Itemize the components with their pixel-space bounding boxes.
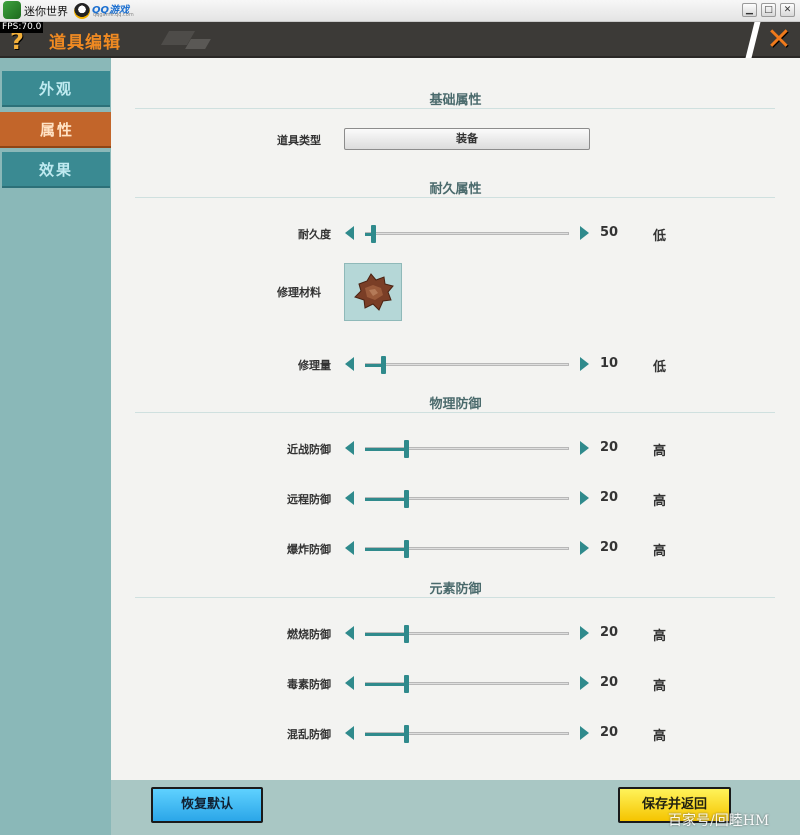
header-divider: [745, 22, 761, 58]
app-name: 迷你世界: [24, 5, 68, 18]
confusion-defense-label: 混乱防御: [287, 728, 331, 741]
repair-amount-label: 修理量: [298, 359, 331, 372]
melee-defense-increase-arrow-icon[interactable]: [580, 441, 589, 455]
explosion-defense-decrease-arrow-icon[interactable]: [345, 541, 354, 555]
tab-appearance[interactable]: 外观: [2, 71, 110, 107]
fire-defense-decrease-arrow-icon[interactable]: [345, 626, 354, 640]
durability-level: 低: [653, 229, 667, 244]
page-title: 道具编辑: [49, 33, 121, 53]
poison-defense-increase-arrow-icon[interactable]: [580, 676, 589, 690]
durability-slider-thumb[interactable]: [371, 225, 376, 243]
poison-defense-level: 高: [653, 679, 667, 694]
section-divider: [135, 597, 775, 598]
leather-icon: [354, 273, 394, 311]
repair-amount-value: 10: [600, 356, 619, 371]
section-title-basic: 基础属性: [429, 93, 482, 108]
restore-default-button[interactable]: 恢复默认: [151, 787, 263, 823]
sidebar: 外观 属性 效果: [0, 58, 114, 835]
explosion-defense-level: 高: [653, 544, 667, 559]
header-decoration: [185, 39, 211, 49]
close-editor-button[interactable]: ✕: [760, 24, 798, 56]
explosion-defense-label: 爆炸防御: [287, 543, 331, 556]
confusion-defense-decrease-arrow-icon[interactable]: [345, 726, 354, 740]
confusion-defense-level: 高: [653, 729, 667, 744]
window-close-button[interactable]: ✕: [780, 3, 795, 17]
section-divider: [135, 108, 775, 109]
melee-defense-slider-fill: [365, 448, 406, 451]
tab-effects[interactable]: 效果: [2, 152, 110, 188]
confusion-defense-slider-fill: [365, 733, 406, 736]
item-type-label: 道具类型: [277, 134, 321, 147]
melee-defense-decrease-arrow-icon[interactable]: [345, 441, 354, 455]
watermark: 百家号/回睦HM: [668, 813, 770, 829]
repair-amount-slider-track[interactable]: [365, 363, 569, 366]
ranged-defense-value: 20: [600, 490, 619, 505]
section-divider: [135, 197, 775, 198]
ranged-defense-label: 远程防御: [287, 493, 331, 506]
poison-defense-label: 毒素防御: [287, 678, 331, 691]
melee-defense-value: 20: [600, 440, 619, 455]
window-titlebar: 迷你世界 QQ游戏 qqgame.qq.com ▁ □ ✕: [0, 0, 800, 22]
fire-defense-label: 燃烧防御: [287, 628, 331, 641]
melee-defense-level: 高: [653, 444, 667, 459]
attributes-panel: 基础属性 道具类型 装备 耐久属性 耐久度 50 低 修理材料 修理量 10 低…: [111, 58, 800, 780]
item-type-select[interactable]: 装备: [344, 128, 590, 150]
editor-header: ? 道具编辑 ✕: [0, 22, 800, 58]
fire-defense-increase-arrow-icon[interactable]: [580, 626, 589, 640]
ranged-defense-decrease-arrow-icon[interactable]: [345, 491, 354, 505]
poison-defense-value: 20: [600, 675, 619, 690]
durability-value: 50: [600, 225, 619, 240]
fire-defense-value: 20: [600, 625, 619, 640]
section-title-element-defense: 元素防御: [429, 582, 482, 597]
ranged-defense-level: 高: [653, 494, 667, 509]
qq-game-url: qqgame.qq.com: [93, 12, 134, 18]
minimize-button[interactable]: ▁: [742, 3, 757, 17]
poison-defense-slider-thumb[interactable]: [404, 675, 409, 693]
fire-defense-slider-thumb[interactable]: [404, 625, 409, 643]
qq-logo-icon: [74, 3, 90, 19]
app-logo-icon: [3, 1, 21, 19]
ranged-defense-slider-thumb[interactable]: [404, 490, 409, 508]
repair-amount-decrease-arrow-icon[interactable]: [345, 357, 354, 371]
confusion-defense-value: 20: [600, 725, 619, 740]
tab-attributes[interactable]: 属性: [0, 112, 114, 148]
melee-defense-label: 近战防御: [287, 443, 331, 456]
explosion-defense-increase-arrow-icon[interactable]: [580, 541, 589, 555]
durability-slider-track[interactable]: [365, 232, 569, 235]
section-title-physical-defense: 物理防御: [429, 397, 482, 412]
repair-amount-level: 低: [653, 360, 667, 375]
poison-defense-slider-fill: [365, 683, 406, 686]
fire-defense-slider-fill: [365, 633, 406, 636]
explosion-defense-value: 20: [600, 540, 619, 555]
durability-increase-arrow-icon[interactable]: [580, 226, 589, 240]
durability-decrease-arrow-icon[interactable]: [345, 226, 354, 240]
ranged-defense-slider-fill: [365, 498, 406, 501]
durability-label: 耐久度: [298, 228, 331, 241]
section-title-durability: 耐久属性: [429, 182, 482, 197]
explosion-defense-slider-fill: [365, 548, 406, 551]
repair-amount-increase-arrow-icon[interactable]: [580, 357, 589, 371]
melee-defense-slider-thumb[interactable]: [404, 440, 409, 458]
confusion-defense-increase-arrow-icon[interactable]: [580, 726, 589, 740]
repair-amount-slider-thumb[interactable]: [381, 356, 386, 374]
ranged-defense-increase-arrow-icon[interactable]: [580, 491, 589, 505]
confusion-defense-slider-thumb[interactable]: [404, 725, 409, 743]
fire-defense-level: 高: [653, 629, 667, 644]
section-divider: [135, 412, 775, 413]
repair-material-label: 修理材料: [277, 286, 321, 299]
poison-defense-decrease-arrow-icon[interactable]: [345, 676, 354, 690]
maximize-button[interactable]: □: [761, 3, 776, 17]
repair-material-slot[interactable]: [344, 263, 402, 321]
fps-counter: FPS:70.0: [0, 22, 44, 33]
explosion-defense-slider-thumb[interactable]: [404, 540, 409, 558]
